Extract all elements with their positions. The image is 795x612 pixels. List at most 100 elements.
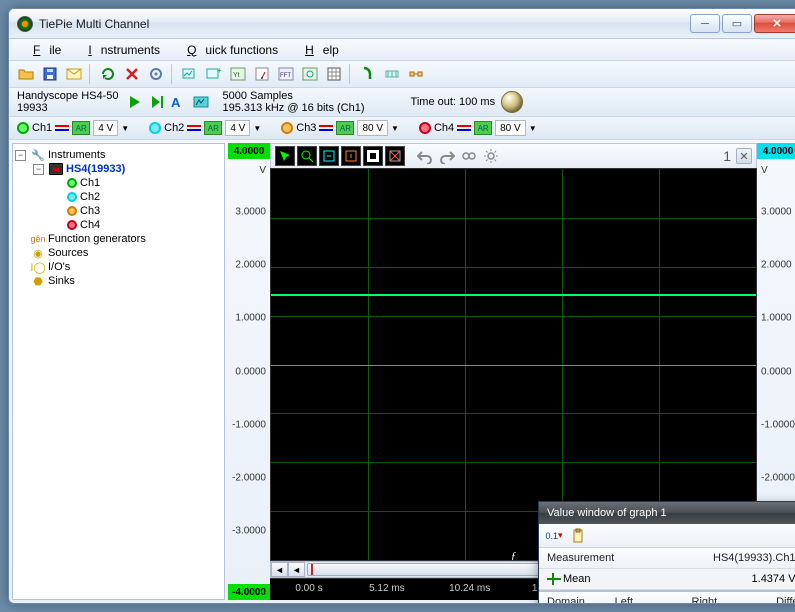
tree-instruments[interactable]: Instruments	[48, 149, 105, 161]
value-window-titlebar[interactable]: Value window of graph 1 ✕	[539, 502, 795, 524]
zoom-x-icon[interactable]	[319, 146, 339, 166]
ch3-range[interactable]: 80 V	[357, 120, 388, 136]
xy-icon[interactable]	[299, 63, 321, 85]
zoom-tool-icon[interactable]	[297, 146, 317, 166]
redo-icon[interactable]	[437, 146, 457, 166]
menu-file[interactable]: File	[15, 41, 70, 59]
gear-icon[interactable]	[481, 146, 501, 166]
mode-button[interactable]	[191, 92, 211, 112]
coupling-icon[interactable]	[319, 122, 333, 134]
fft-icon[interactable]: FFT	[275, 63, 297, 85]
svg-text:+: +	[217, 66, 222, 75]
samples-label[interactable]: 5000 Samples	[223, 90, 365, 102]
mail-icon[interactable]	[63, 63, 85, 85]
tree-ch1[interactable]: Ch1	[80, 177, 100, 189]
play-once-button[interactable]	[147, 92, 167, 112]
ch1-dot-icon[interactable]	[17, 122, 29, 134]
save-icon[interactable]	[39, 63, 61, 85]
value-window-title: Value window of graph 1	[547, 507, 667, 519]
expand-icon[interactable]: −	[33, 164, 44, 175]
sources-icon: ◉	[31, 247, 45, 259]
ch2-range[interactable]: 4 V	[225, 120, 250, 136]
menu-help[interactable]: Help	[287, 41, 348, 59]
expand-icon[interactable]: −	[15, 150, 26, 161]
graph-number: 1	[723, 148, 734, 164]
zoom-fit-icon[interactable]	[363, 146, 383, 166]
graph-new-icon[interactable]	[179, 63, 201, 85]
tree-ch4[interactable]: Ch4	[80, 219, 100, 231]
mean-icon	[547, 573, 561, 585]
scroll-left-icon[interactable]: ◄	[271, 562, 288, 577]
menu-instruments[interactable]: Instruments	[70, 41, 169, 59]
cursor-tool-icon[interactable]	[275, 146, 295, 166]
table-icon[interactable]	[323, 63, 345, 85]
col-left[interactable]: Left	[607, 592, 684, 603]
delete-icon[interactable]	[121, 63, 143, 85]
refresh-icon[interactable]	[97, 63, 119, 85]
autorange-icon[interactable]: AR	[72, 121, 90, 135]
ch2-dot-icon[interactable]	[149, 122, 161, 134]
tree-sinks[interactable]: Sinks	[48, 275, 75, 287]
graph-add-icon[interactable]: +	[203, 63, 225, 85]
gen-icon: gên	[31, 233, 45, 245]
open-icon[interactable]	[15, 63, 37, 85]
digits-icon[interactable]: 0.1▾	[543, 525, 565, 547]
coupling-icon[interactable]	[55, 122, 69, 134]
autorange-icon[interactable]: AR	[204, 121, 222, 135]
svg-text:A: A	[171, 95, 181, 109]
zoom-out-icon[interactable]	[385, 146, 405, 166]
y-cap-right[interactable]: 4.0000	[757, 143, 795, 159]
object-tree[interactable]: −🔧Instruments −HS4(19933) Ch1 Ch2 Ch3 Ch…	[12, 143, 225, 600]
minimize-button[interactable]: ─	[690, 14, 720, 33]
link-icon[interactable]	[459, 146, 479, 166]
titlebar: TiePie Multi Channel ─ ▭ ✕	[9, 9, 795, 39]
tree-ios[interactable]: I/O's	[48, 261, 70, 273]
col-ch1[interactable]: HS4(19933).Ch1	[660, 548, 795, 569]
protocol-icon[interactable]	[405, 63, 427, 85]
rate-label[interactable]: 195.313 kHz @ 16 bits (Ch1)	[223, 102, 365, 114]
clipboard-icon[interactable]	[567, 525, 589, 547]
value-window[interactable]: Value window of graph 1 ✕ 0.1▾ Measureme…	[538, 501, 795, 603]
zoom-y-icon[interactable]	[341, 146, 361, 166]
autorange-icon[interactable]: AR	[474, 121, 492, 135]
meter-icon[interactable]	[251, 63, 273, 85]
tree-function-generators[interactable]: Function generators	[48, 233, 146, 245]
coupling-icon[interactable]	[457, 122, 471, 134]
autorange-icon[interactable]: AR	[336, 121, 354, 135]
tree-ch3[interactable]: Ch3	[80, 205, 100, 217]
y-cap-left-bot[interactable]: -4.0000	[228, 584, 270, 600]
ch3-dot-icon[interactable]	[281, 122, 293, 134]
menu-quick-functions[interactable]: Quick functions	[169, 41, 287, 59]
undo-icon[interactable]	[415, 146, 435, 166]
col-measurement[interactable]: Measurement	[539, 548, 660, 569]
tree-device[interactable]: HS4(19933)	[66, 163, 125, 175]
tree-ch2[interactable]: Ch2	[80, 191, 100, 203]
main-toolbar: + Yt FFT	[9, 61, 795, 88]
ch4-label: Ch4	[434, 122, 454, 134]
close-button[interactable]: ✕	[754, 14, 795, 33]
scroll-left-icon[interactable]: ◄	[288, 562, 305, 577]
coupling-icon[interactable]	[187, 122, 201, 134]
sinks-icon: ⬣	[31, 275, 45, 287]
trigger-mark[interactable]	[311, 564, 313, 575]
instrument-bar: Handyscope HS4-50 19933 A 5000 Samples 1…	[9, 88, 795, 117]
tree-sources[interactable]: Sources	[48, 247, 88, 259]
ch4-range[interactable]: 80 V	[495, 120, 526, 136]
settings-icon[interactable]	[145, 63, 167, 85]
col-diff[interactable]: Difference	[768, 592, 795, 603]
timeout-knob[interactable]	[501, 91, 523, 113]
col-right[interactable]: Right	[684, 592, 769, 603]
auto-button[interactable]: A	[169, 92, 189, 112]
ch4-dot-icon[interactable]	[419, 122, 431, 134]
app-icon	[17, 16, 33, 32]
maximize-button[interactable]: ▭	[722, 14, 752, 33]
y-cap-left[interactable]: 4.0000	[228, 143, 270, 159]
ch1-label: Ch1	[32, 122, 52, 134]
play-button[interactable]	[125, 92, 145, 112]
yt-icon[interactable]: Yt	[227, 63, 249, 85]
ch1-range[interactable]: 4 V	[93, 120, 118, 136]
cursor-icon[interactable]	[357, 63, 379, 85]
graph-close-icon[interactable]: ✕	[736, 148, 752, 164]
bus-icon[interactable]	[381, 63, 403, 85]
col-domain[interactable]: Domain	[539, 592, 607, 603]
